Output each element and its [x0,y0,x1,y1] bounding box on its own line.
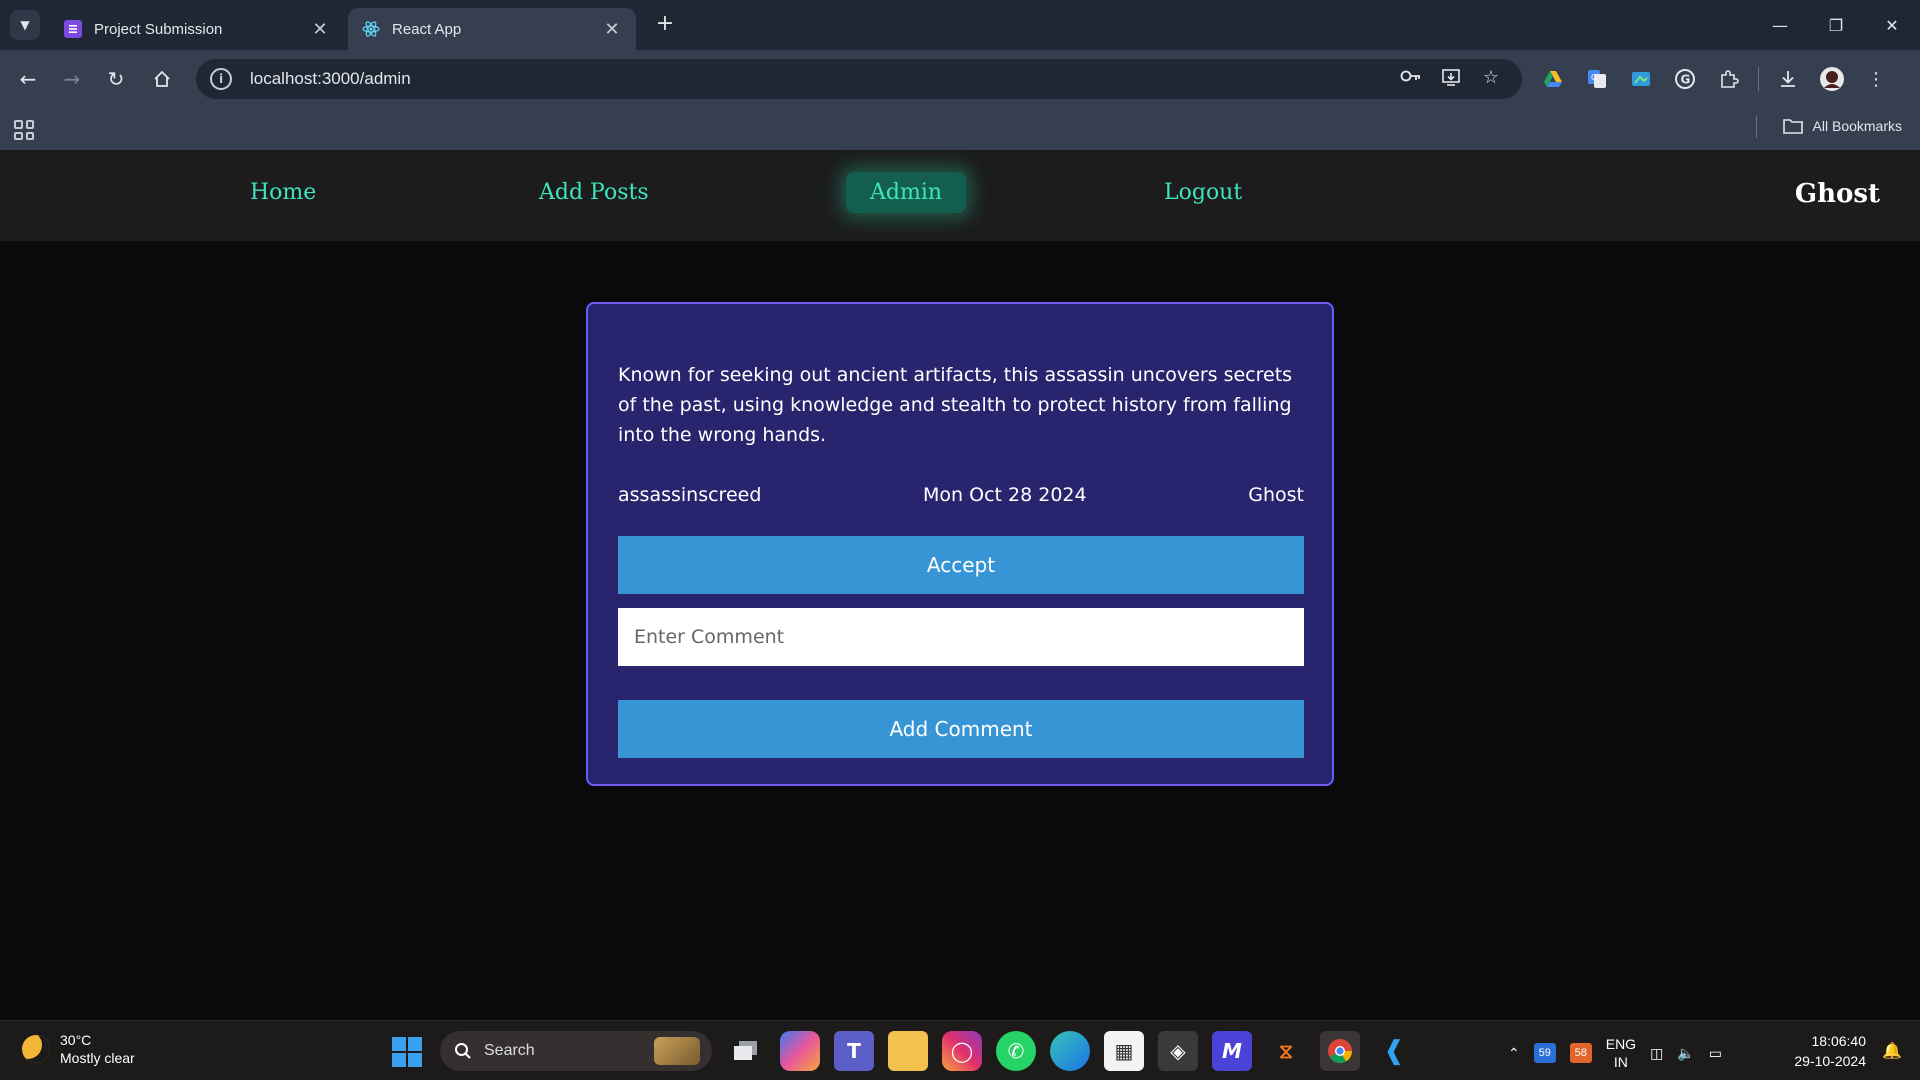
microsoft-store-icon[interactable]: ▦ [1104,1031,1144,1071]
tab-react-app[interactable]: React App ✕ [348,8,636,50]
whatsapp-icon[interactable]: ✆ [996,1031,1036,1071]
language-code: ENG [1605,1036,1637,1052]
clock-time: 18:06:40 [1811,1033,1867,1049]
tab-title: Project Submission [94,20,223,38]
apps-grid-icon[interactable] [14,120,34,140]
unity-icon[interactable]: ◈ [1158,1031,1198,1071]
chrome-icon[interactable] [1320,1031,1360,1071]
weather-desc: Mostly clear [60,1050,135,1066]
reload-icon[interactable]: ↻ [100,63,132,95]
browser-toolbar: ← → ↻ i localhost:3000/admin ☆ G G ⋮ [0,50,1920,108]
nav-logout-link[interactable]: Logout [1164,180,1242,205]
toolbar-divider [1758,67,1759,91]
url-text: localhost:3000/admin [250,69,411,88]
battery-icon[interactable]: ▭ [1709,1045,1722,1062]
weather-temp: 30°C [60,1032,92,1048]
nav-admin-link[interactable]: Admin [846,172,967,213]
language-indicator[interactable]: ENG IN [1606,1035,1636,1071]
file-explorer-icon[interactable] [888,1031,928,1071]
task-view-icon[interactable] [726,1031,766,1071]
svg-text:G: G [1591,73,1597,82]
profile-avatar[interactable] [1817,64,1847,94]
region-code: IN [1613,1054,1628,1070]
grammarly-icon[interactable]: G [1670,64,1700,94]
post-date: Mon Oct 28 2024 [923,484,1087,506]
minimize-icon[interactable]: — [1752,0,1808,50]
add-comment-button[interactable]: Add Comment [618,700,1304,758]
tray-badge-59[interactable]: 59 [1533,1043,1556,1063]
accept-button[interactable]: Accept [618,536,1304,594]
bookmarks-bar: All Bookmarks [0,108,1920,150]
bookmark-star-icon[interactable]: ☆ [1478,67,1504,91]
new-tab-button[interactable]: + [652,12,678,38]
search-highlight-icon [654,1037,700,1065]
clock-date: 29-10-2024 [1794,1053,1866,1069]
copilot-icon[interactable] [780,1031,820,1071]
close-tab-icon[interactable]: ✕ [602,19,622,40]
search-label: Search [484,1042,535,1059]
back-icon[interactable]: ← [12,63,44,95]
google-drive-icon[interactable] [1538,64,1568,94]
downloads-icon[interactable] [1773,64,1803,94]
tray-badge-58[interactable]: 58 [1569,1043,1592,1063]
windows-start-icon[interactable] [392,1037,422,1067]
password-key-icon[interactable] [1398,67,1424,91]
instagram-icon[interactable]: ◯ [942,1031,982,1071]
volume-icon[interactable]: 🔈 [1677,1045,1694,1062]
comment-input[interactable] [618,608,1304,666]
forms-icon [64,20,82,38]
jupyter-icon[interactable]: ⧖ [1266,1031,1306,1071]
taskbar-search[interactable]: Search [440,1031,712,1071]
search-icon [455,1043,471,1059]
browser-tabstrip: ▼ Project Submission ✕ React App ✕ + — ❐… [0,0,1920,50]
post-author: Ghost [1248,484,1304,506]
address-bar[interactable]: i localhost:3000/admin ☆ [196,59,1522,99]
all-bookmarks-button[interactable]: All Bookmarks [1782,118,1902,134]
browser-menu-icon[interactable]: ⋮ [1861,64,1891,94]
edge-icon[interactable] [1050,1031,1090,1071]
network-icon[interactable]: ◫ [1650,1045,1663,1062]
system-tray: ⌃ 59 58 ENG IN ◫ 🔈 ▭ [1508,1035,1722,1071]
remote-app-icon[interactable]: M [1212,1031,1252,1071]
post-meta: assassinscreed Mon Oct 28 2024 Ghost [618,484,1304,506]
tab-title: React App [392,20,462,38]
google-translate-icon[interactable]: G [1582,64,1612,94]
taskbar-clock[interactable]: 18:06:40 29-10-2024 [1794,1031,1866,1071]
screen-capture-icon[interactable] [1626,64,1656,94]
bookmarks-divider [1756,116,1757,138]
vscode-icon[interactable]: ❰ [1374,1031,1414,1071]
react-icon [362,20,380,38]
close-tab-icon[interactable]: ✕ [310,19,330,40]
window-controls: — ❐ ✕ [1752,0,1920,50]
brand-name: Ghost [1794,179,1880,209]
home-icon[interactable] [146,63,178,95]
site-info-icon[interactable]: i [210,68,232,90]
post-tag: assassinscreed [618,484,762,506]
restore-icon[interactable]: ❐ [1808,0,1864,50]
extensions-puzzle-icon[interactable] [1714,64,1744,94]
page-content: Home Add Posts Admin Logout Ghost Known … [0,150,1920,1020]
teams-icon[interactable]: T [834,1031,874,1071]
taskbar-apps: T ◯ ✆ ▦ ◈ M ⧖ ❰ [726,1031,1414,1071]
post-description: Known for seeking out ancient artifacts,… [618,364,1293,446]
close-window-icon[interactable]: ✕ [1864,0,1920,50]
notification-bell-icon[interactable]: 🔔 [1882,1041,1902,1060]
moon-weather-icon [22,1035,50,1063]
folder-icon [1782,119,1803,134]
weather-widget[interactable]: 30°C Mostly clear [22,1031,135,1067]
windows-taskbar: 30°C Mostly clear Search T ◯ ✆ ▦ ◈ M ⧖ ❰… [0,1020,1920,1080]
post-card: Known for seeking out ancient artifacts,… [586,302,1334,786]
app-navbar: Home Add Posts Admin Logout Ghost [0,150,1920,241]
nav-home-link[interactable]: Home [250,180,316,205]
all-bookmarks-label: All Bookmarks [1812,118,1902,134]
nav-add-posts-link[interactable]: Add Posts [539,180,649,205]
chevron-down-icon: ▼ [20,18,30,32]
forward-icon[interactable]: → [56,63,88,95]
tab-project-submission[interactable]: Project Submission ✕ [50,8,344,50]
svg-text:G: G [1681,73,1691,87]
install-app-icon[interactable] [1438,67,1464,91]
tab-search-button[interactable]: ▼ [10,10,40,40]
chevron-up-icon[interactable]: ⌃ [1508,1045,1520,1062]
